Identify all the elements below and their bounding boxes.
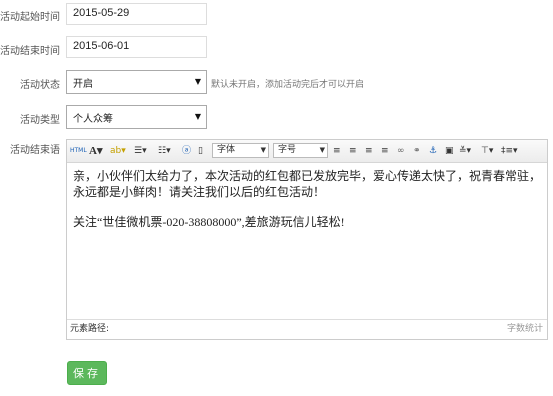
status-label: 活动状态 [20,80,60,91]
paste-text-icon[interactable]: ▯ [198,144,203,158]
font-family-placeholder: 字体 [217,145,236,155]
image-icon[interactable]: ▣ [445,144,454,158]
word-count-link[interactable]: 字数统计 [507,320,543,338]
content-paragraph: 关注“世佳微机票-020-38808000”,差旅游玩信儿轻松! [73,215,345,229]
row-spacing-icon[interactable]: ‡≡▾ [501,144,518,158]
editor-toolbar: HTML A▾ ab▾ ☰▾ ☷▾ ⓐ ▯ 字体 ▼ 字号 ▼ ≡ ≡ ≡ ≡ … [67,140,547,163]
element-path-label: 元素路径: [70,324,110,334]
content-paragraph: 亲，小伙伴们太给力了，本次活动的红包都已发放完毕，爱心传递太快了，祝青春常驻，永… [73,169,542,199]
type-select-value: 个人众筹 [73,114,113,125]
html-source-icon[interactable]: HTML [70,144,87,158]
end-time-label: 活动结束时间 [0,46,60,57]
align-left-icon[interactable]: ≡ [333,144,341,158]
chevron-down-icon: ▼ [194,77,201,86]
highlight-color-icon[interactable]: ab▾ [110,144,126,158]
anchor-point-icon[interactable]: ⚓ [429,144,437,158]
ordered-list-icon[interactable]: ☰▾ [134,144,147,158]
status-select-value: 开启 [73,79,93,90]
chevron-down-icon: ▼ [260,146,266,154]
start-time-input[interactable]: 2015-05-29 [66,3,207,25]
link-icon[interactable]: ∞ [397,144,405,158]
align-center-icon[interactable]: ≡ [349,144,357,158]
chevron-down-icon: ▼ [319,146,325,154]
font-color-icon[interactable]: A▾ [89,144,102,158]
paragraph-format-icon[interactable]: ⊤▾ [481,144,493,158]
anchor-icon[interactable]: ⓐ [182,144,191,158]
type-select[interactable]: 个人众筹 ▼ [66,105,207,129]
editor-statusbar: 元素路径: 字数统计 [67,319,547,339]
unlink-icon[interactable]: ⚭ [413,144,421,158]
end-time-input[interactable]: 2015-06-01 [66,36,207,58]
chevron-down-icon: ▼ [194,112,201,121]
rich-text-editor: HTML A▾ ab▾ ☰▾ ☷▾ ⓐ ▯ 字体 ▼ 字号 ▼ ≡ ≡ ≡ ≡ … [66,139,548,340]
font-size-placeholder: 字号 [278,145,297,155]
font-family-dropdown[interactable]: 字体 ▼ [212,143,269,158]
start-time-label: 活动起始时间 [0,12,60,23]
align-right-icon[interactable]: ≡ [365,144,373,158]
status-hint: 默认未开启，添加活动完后才可以开启 [211,80,365,90]
type-label: 活动类型 [20,115,60,126]
content-blank-line [73,200,541,214]
justify-icon[interactable]: ≡ [381,144,389,158]
summary-label: 活动结束语 [10,145,60,156]
save-button[interactable]: 保存 [67,361,107,385]
unordered-list-icon[interactable]: ☷▾ [158,144,171,158]
line-height-icon[interactable]: ≚▾ [459,144,471,158]
font-size-dropdown[interactable]: 字号 ▼ [273,143,328,158]
editor-content[interactable]: 亲，小伙伴们太给力了，本次活动的红包都已发放完毕，爱心传递太快了，祝青春常驻，永… [67,163,547,321]
status-select[interactable]: 开启 ▼ [66,70,207,94]
